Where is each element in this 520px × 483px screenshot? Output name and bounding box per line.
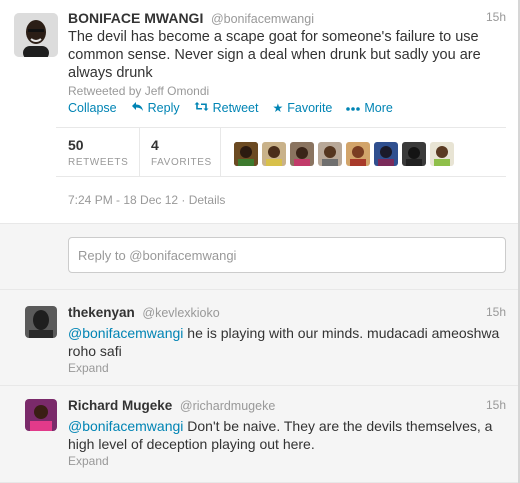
retweets-label: RETWEETS — [68, 157, 129, 168]
avatar[interactable] — [25, 306, 57, 338]
favorite-label: Favorite — [287, 101, 333, 115]
collapse-link[interactable]: Collapse — [68, 101, 117, 115]
stats-divider — [139, 128, 140, 176]
reply-text: @bonifacemwangi he is playing with our m… — [68, 324, 508, 360]
author-fullname[interactable]: thekenyan — [68, 305, 135, 320]
retweeter-avatar[interactable] — [402, 142, 426, 166]
retweet-button[interactable]: Retweet — [194, 101, 259, 115]
reply-text: @bonifacemwangi Don't be naive. They are… — [68, 417, 508, 453]
retweets-stat[interactable]: 50 RETWEETS — [68, 137, 128, 168]
stats-divider — [220, 128, 221, 176]
reply-author[interactable]: Richard Mugeke @richardmugeke — [68, 398, 275, 413]
retweeter-avatar[interactable] — [346, 142, 370, 166]
retweeter-avatar[interactable] — [290, 142, 314, 166]
retweet-icon — [194, 101, 209, 115]
dots-icon — [346, 101, 361, 115]
reply-author[interactable]: thekenyan @kevlexkioko — [68, 305, 220, 320]
retweeter-avatar[interactable] — [234, 142, 258, 166]
author-fullname[interactable]: BONIFACE MWANGI — [68, 10, 203, 26]
reply-tweet[interactable]: Richard Mugeke @richardmugeke 15h @bonif… — [0, 386, 520, 483]
author-handle[interactable]: @bonifacemwangi — [211, 12, 314, 26]
favorites-label: FAVORITES — [151, 157, 212, 168]
reply-area: Reply to @bonifacemwangi — [0, 224, 520, 290]
expand-link[interactable]: Expand — [68, 454, 109, 468]
mention-link[interactable]: @bonifacemwangi — [68, 418, 183, 434]
tweet-author[interactable]: BONIFACE MWANGI @bonifacemwangi — [68, 10, 314, 26]
expand-link[interactable]: Expand — [68, 361, 109, 375]
retweets-count: 50 — [68, 137, 84, 153]
star-icon: ★ — [272, 101, 284, 115]
more-button[interactable]: More — [346, 101, 393, 115]
avatar[interactable] — [14, 13, 58, 57]
author-fullname[interactable]: Richard Mugeke — [68, 398, 172, 413]
reply-label: Reply — [147, 101, 180, 115]
tweet-text: The devil has become a scape goat for so… — [68, 29, 481, 81]
reply-arrow-icon — [131, 101, 144, 115]
favorites-count: 4 — [151, 137, 159, 153]
tweet-stats: 50 RETWEETS 4 FAVORITES — [56, 127, 506, 177]
reply-button[interactable]: Reply — [131, 101, 180, 115]
tweet-actions: Collapse Reply Retweet ★ Favorite More — [68, 101, 407, 115]
reply-time[interactable]: 15h — [486, 305, 506, 319]
more-label: More — [364, 101, 393, 115]
favorite-button[interactable]: ★ Favorite — [272, 101, 332, 115]
reply-time[interactable]: 15h — [486, 398, 506, 412]
retweeter-avatar[interactable] — [374, 142, 398, 166]
retweeter-avatar[interactable] — [318, 142, 342, 166]
tweet-time[interactable]: 15h — [486, 10, 506, 24]
retweeter-avatar[interactable] — [430, 142, 454, 166]
retweeter-avatar[interactable] — [262, 142, 286, 166]
retweet-label: Retweet — [212, 101, 259, 115]
main-tweet: BONIFACE MWANGI @bonifacemwangi 15h The … — [0, 0, 520, 224]
tweet-datetime[interactable]: 7:24 PM - 18 Dec 12 · Details — [68, 193, 225, 207]
author-handle[interactable]: @kevlexkioko — [142, 306, 219, 320]
avatar[interactable] — [25, 399, 57, 431]
retweeted-by[interactable]: Retweeted by Jeff Omondi — [68, 84, 209, 98]
author-handle[interactable]: @richardmugeke — [180, 399, 275, 413]
reply-input[interactable]: Reply to @bonifacemwangi — [68, 237, 506, 273]
mention-link[interactable]: @bonifacemwangi — [68, 325, 183, 341]
reply-tweet[interactable]: thekenyan @kevlexkioko 15h @bonifacemwan… — [0, 290, 520, 386]
favorites-stat[interactable]: 4 FAVORITES — [151, 137, 212, 168]
